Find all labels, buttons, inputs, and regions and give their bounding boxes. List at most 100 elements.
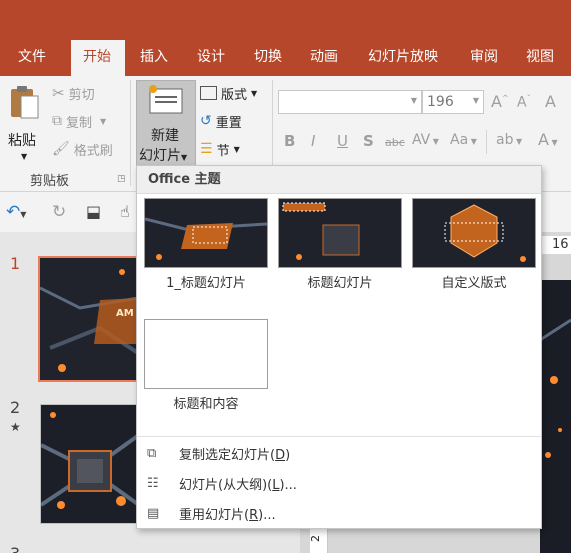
horizontal-ruler: 16	[540, 236, 571, 254]
tab-file[interactable]: 文件	[8, 40, 56, 76]
cut-label: 剪切	[68, 87, 95, 103]
duplicate-slide-item[interactable]: ⧉ 复制选定幻灯片(D)	[143, 439, 535, 467]
reuse-slides-item[interactable]: ▤ 重用幻灯片(R)...	[143, 499, 535, 527]
slide-thumbnail[interactable]	[40, 404, 138, 524]
layout-thumbnail	[144, 319, 268, 389]
section-icon: ☰	[200, 141, 213, 157]
layout-label: 自定义版式	[441, 276, 507, 291]
bold-button[interactable]: B	[284, 132, 295, 150]
underline-button[interactable]: U	[337, 132, 348, 150]
title-bar	[0, 0, 571, 40]
change-case-button[interactable]: Aa ▼	[450, 132, 477, 148]
chevron-down-icon: ▼	[181, 153, 188, 162]
tab-home[interactable]: 开始	[71, 40, 125, 76]
grow-font-button[interactable]: A^	[491, 92, 509, 111]
section-label: 节	[216, 143, 230, 159]
copy-button[interactable]: ⧉ 复制 ▼	[52, 110, 106, 132]
font-color-button[interactable]: A ▼	[538, 130, 558, 149]
chevron-down-icon: ▼	[251, 88, 258, 98]
chevron-down-icon: ▼	[21, 152, 28, 161]
font-size-input[interactable]: 196 ▼	[422, 90, 484, 114]
char-spacing-button[interactable]: AV ▼	[412, 132, 439, 148]
chevron-down-icon: ▼	[233, 144, 240, 154]
paste-label: 粘贴	[8, 133, 36, 149]
layout-thumbnail	[278, 198, 402, 268]
new-slide-dropdown: Office 主题 1_标题幻灯片 标题幻灯片 自定义版式 标题和内容 ⧉ 复制…	[136, 165, 542, 529]
animation-star-icon: ★	[10, 420, 21, 434]
layout-label: 版式	[221, 87, 248, 103]
touch-mode-icon[interactable]: ☝	[120, 202, 130, 221]
font-name-input[interactable]: ▼	[278, 90, 422, 114]
circuit-image: AM	[40, 258, 136, 380]
undo-icon[interactable]: ↶▼	[6, 202, 26, 222]
tab-insert[interactable]: 插入	[130, 40, 178, 76]
layout-option[interactable]: 标题和内容	[144, 319, 268, 412]
tab-animations[interactable]: 动画	[300, 40, 348, 76]
layout-thumbnail	[144, 198, 268, 268]
chevron-down-icon: ▼	[472, 96, 479, 105]
layout-label: 标题和内容	[173, 397, 239, 412]
slide-thumbnail[interactable]: AM	[38, 256, 138, 382]
svg-text:AM: AM	[116, 308, 134, 319]
tab-design[interactable]: 设计	[187, 40, 235, 76]
clear-format-button[interactable]: A	[545, 92, 556, 111]
outline-icon: ☷	[147, 475, 159, 491]
slides-from-outline-item[interactable]: ☷ 幻灯片(从大纲)(L)...	[143, 469, 535, 497]
copy-label: 复制	[66, 115, 93, 131]
copy-icon: ⧉	[52, 113, 62, 129]
cut-button[interactable]: ✂ 剪切	[52, 82, 95, 104]
layout-label: 1_标题幻灯片	[166, 276, 246, 291]
new-slide-label: 新建	[151, 128, 179, 144]
font-size-value: 196	[427, 94, 454, 110]
layout-icon	[200, 86, 217, 100]
ribbon-tabs: 文件 开始 插入 设计 切换 动画 幻灯片放映 审阅 视图	[0, 40, 571, 76]
tab-review[interactable]: 审阅	[460, 40, 508, 76]
duplicate-slide-icon: ⧉	[147, 445, 157, 461]
slide-image	[539, 280, 571, 553]
highlight-button[interactable]: ab ▼	[496, 132, 522, 148]
layout-button[interactable]: 版式 ▼	[200, 82, 257, 104]
duplicate-slide-label: 复制选定幻灯片(D)	[179, 447, 291, 463]
slides-from-outline-label: 幻灯片(从大纲)(L)...	[179, 477, 297, 493]
shadow-button[interactable]: S	[363, 132, 374, 150]
reuse-slides-label: 重用幻灯片(R)...	[179, 507, 276, 523]
layout-thumbnail	[412, 198, 536, 268]
new-slide-label-text: 幻灯片	[139, 148, 181, 164]
reuse-slides-icon: ▤	[147, 505, 160, 521]
scissors-icon: ✂	[52, 84, 65, 102]
strikethrough-button[interactable]: abc	[385, 136, 405, 149]
chevron-down-icon: ▼	[100, 116, 107, 126]
paintbrush-icon: 🖌	[52, 141, 70, 157]
chevron-down-icon: ▼	[513, 137, 523, 146]
tab-slideshow[interactable]: 幻灯片放映	[358, 40, 448, 76]
layout-option[interactable]: 自定义版式	[412, 198, 536, 291]
reset-button[interactable]: ↺ 重置	[200, 110, 242, 132]
reset-icon: ↺	[200, 113, 212, 129]
change-case-label: Aa	[450, 132, 469, 148]
paste-button[interactable]: 粘贴 ▼	[4, 82, 44, 166]
char-spacing-label: AV	[412, 132, 431, 148]
tab-view[interactable]: 视图	[516, 40, 564, 76]
layout-option[interactable]: 标题幻灯片	[278, 198, 402, 291]
new-slide-label-2: 幻灯片▼	[139, 145, 187, 165]
theme-header: Office 主题	[137, 166, 541, 194]
slide-canvas[interactable]	[539, 280, 571, 553]
cpu-image	[41, 405, 137, 523]
section-button[interactable]: ☰ 节 ▼	[200, 138, 240, 160]
clipboard-icon	[11, 86, 39, 119]
dialog-launcher-icon[interactable]: ◳	[117, 174, 126, 184]
italic-button[interactable]: I	[311, 132, 315, 150]
chevron-down-icon: ▼	[548, 138, 558, 147]
slide-number: 2	[10, 398, 21, 417]
save-icon[interactable]: ⬓	[86, 202, 101, 221]
shrink-font-button[interactable]: Aˇ	[517, 94, 531, 111]
layout-option[interactable]: 1_标题幻灯片	[144, 198, 268, 291]
slide-number: 1	[10, 254, 21, 273]
tab-transitions[interactable]: 切换	[244, 40, 292, 76]
chevron-down-icon: ▼	[468, 137, 477, 146]
format-painter-button[interactable]: 🖌 格式刷	[52, 138, 113, 160]
new-slide-button[interactable]: 新建 幻灯片▼	[136, 80, 196, 166]
reset-label: 重置	[215, 115, 242, 131]
redo-icon[interactable]: ↻	[52, 202, 66, 222]
slide-number: 3	[10, 544, 20, 553]
